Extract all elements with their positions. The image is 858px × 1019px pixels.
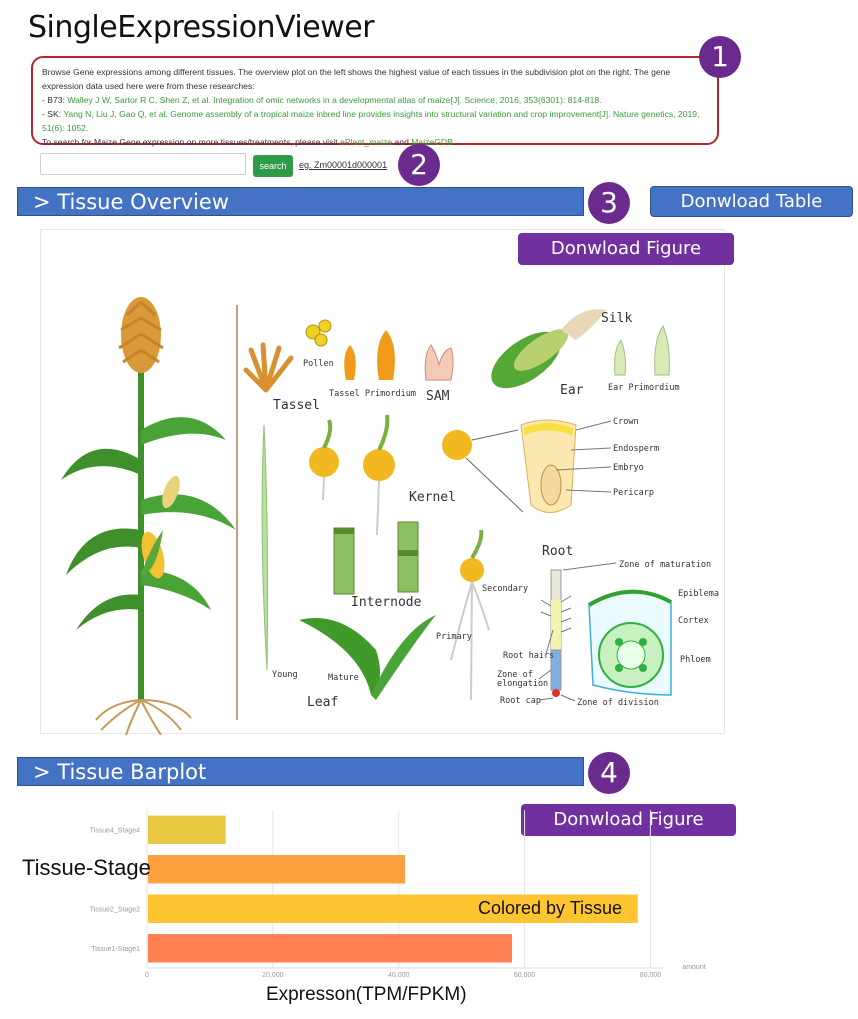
eplant-link[interactable]: ePlant_maize [340, 137, 392, 147]
label-kernel: Kernel [409, 490, 456, 505]
ear-primordium-icon [654, 324, 670, 376]
seedling-root-icon [450, 529, 490, 701]
y-tick-label: Tissue2_Stage2 [90, 906, 140, 913]
label-zone-maturation: Zone of maturation [619, 560, 711, 570]
label-young: Young [272, 670, 298, 680]
sk-reference-link-cont[interactable]: 51(6): 1052. [42, 123, 88, 133]
badge-2: 2 [398, 144, 440, 186]
label-secondary: Secondary [482, 584, 528, 594]
tissue-overview-header[interactable]: > Tissue Overview [17, 187, 584, 216]
label-mature: Mature [328, 673, 359, 683]
bar [148, 815, 226, 844]
x-tick-label: 40,000 [388, 972, 410, 979]
mature-leaf-icon [299, 618, 380, 695]
label-phloem: Phloem [680, 655, 711, 665]
label-primary: Primary [436, 632, 472, 642]
y-tick-label: Tissue1-Stage1 [91, 946, 140, 953]
label-endosperm: Endosperm [613, 444, 659, 454]
maize-plant-illustration [61, 297, 236, 736]
label-zone-division: Zone of division [577, 698, 659, 708]
barplot-svg: 0 20,000 40,000 60,000 80,000 amount Tissue1-S… [90, 810, 706, 979]
search-button[interactable]: search [253, 155, 293, 177]
pollen-icon [305, 319, 332, 347]
bar [148, 855, 405, 884]
label-internode: Internode [351, 595, 422, 610]
badge-1: 1 [699, 36, 741, 78]
x-axis-annotation: Expresson(TPM/FPKM) [266, 984, 467, 1005]
label-ear: Ear [560, 383, 584, 398]
label-ear-primordium: Ear Primordium [608, 383, 680, 393]
tissue-barplot-header[interactable]: > Tissue Barplot [17, 757, 584, 786]
kernel-section-icon [520, 419, 612, 513]
kernel-seedling-icon [309, 414, 472, 536]
sk-reference-link[interactable]: Yang N, Liu J, Gao Q, et al. Genome asse… [63, 109, 699, 119]
label-pericarp: Pericarp [613, 488, 654, 498]
root-tip-icon [540, 569, 572, 697]
description-line: Browse Gene expressions among different … [42, 67, 671, 77]
bar [148, 934, 512, 963]
x-tick-label: 80,000 [640, 972, 662, 979]
barplot-chart: 0 20,000 40,000 60,000 80,000 amount Tissue1-S… [0, 800, 858, 1014]
gene-search-input[interactable] [40, 153, 246, 175]
reference-prefix: - B73: [42, 95, 68, 105]
label-root: Root [542, 544, 573, 559]
tissue-overview-figure: Tassel Pollen Tassel Primordium SAM Ear … [40, 229, 725, 736]
label-epiblema: Epiblema [678, 589, 719, 599]
label-leaf: Leaf [307, 695, 338, 710]
label-crown: Crown [613, 417, 639, 427]
y-tick-label: Tissue4_Stage4 [90, 827, 140, 834]
maize-tissue-illustration: Tassel Pollen Tassel Primordium SAM Ear … [61, 297, 719, 736]
label-tassel-primordium: Tassel Primordium [329, 389, 416, 399]
visit-line: To search for Maize Gene expression on m… [42, 135, 708, 149]
description-box: Browse Gene expressions among different … [31, 56, 719, 147]
ear-primordium-icon [614, 339, 626, 376]
x-tick-label: 60,000 [514, 972, 536, 979]
internode-icon [333, 521, 419, 595]
reference-prefix: - SK: [42, 109, 64, 119]
label-sam: SAM [426, 389, 450, 404]
period-text: . [452, 137, 456, 147]
label-root-cap: Root cap [500, 696, 541, 706]
tassel-primordium-icon [344, 345, 356, 380]
ear-icon [491, 309, 606, 389]
label-silk: Silk [601, 311, 632, 326]
b73-reference-link[interactable]: Walley J W, Sartor R C, Shen Z, et al. I… [67, 95, 601, 105]
tassel-icon [243, 342, 294, 393]
label-cortex: Cortex [678, 616, 709, 626]
label-elongation: elongation [497, 679, 548, 689]
x-tick-label: 0 [145, 972, 149, 979]
young-leaf-icon [261, 424, 269, 671]
reference-sk: - SK: Yang N, Liu J, Gao Q, et al. Genom… [42, 107, 708, 121]
x-axis-label: amount [682, 964, 705, 971]
example-gene-link[interactable]: eg. Zm00001d000001 [299, 160, 387, 170]
root-cross-section-icon [587, 589, 672, 696]
label-pollen: Pollen [303, 359, 334, 369]
description-line: expression data used here were from thes… [42, 81, 255, 91]
download-table-button[interactable]: Donwload Table [650, 186, 853, 217]
label-embryo: Embryo [613, 463, 644, 473]
download-overview-figure-button[interactable]: Donwload Figure [518, 233, 734, 265]
reference-b73: - B73: Walley J W, Sartor R C, Shen Z, e… [42, 93, 708, 107]
x-tick-label: 20,000 [262, 972, 284, 979]
label-tassel: Tassel [273, 398, 320, 413]
app-title: SingleExpressionViewer [28, 10, 375, 45]
tassel-primordium-icon [377, 330, 395, 380]
badge-3: 3 [588, 182, 630, 224]
reference-sk-cont: 51(6): 1052. [42, 121, 708, 135]
y-axis-annotation: Tissue-Stage [22, 855, 151, 880]
visit-text: To search for Maize Gene expression on m… [42, 137, 341, 147]
badge-4: 4 [588, 752, 630, 794]
color-annotation: Colored by Tissue [478, 898, 623, 918]
sam-icon [424, 344, 454, 381]
